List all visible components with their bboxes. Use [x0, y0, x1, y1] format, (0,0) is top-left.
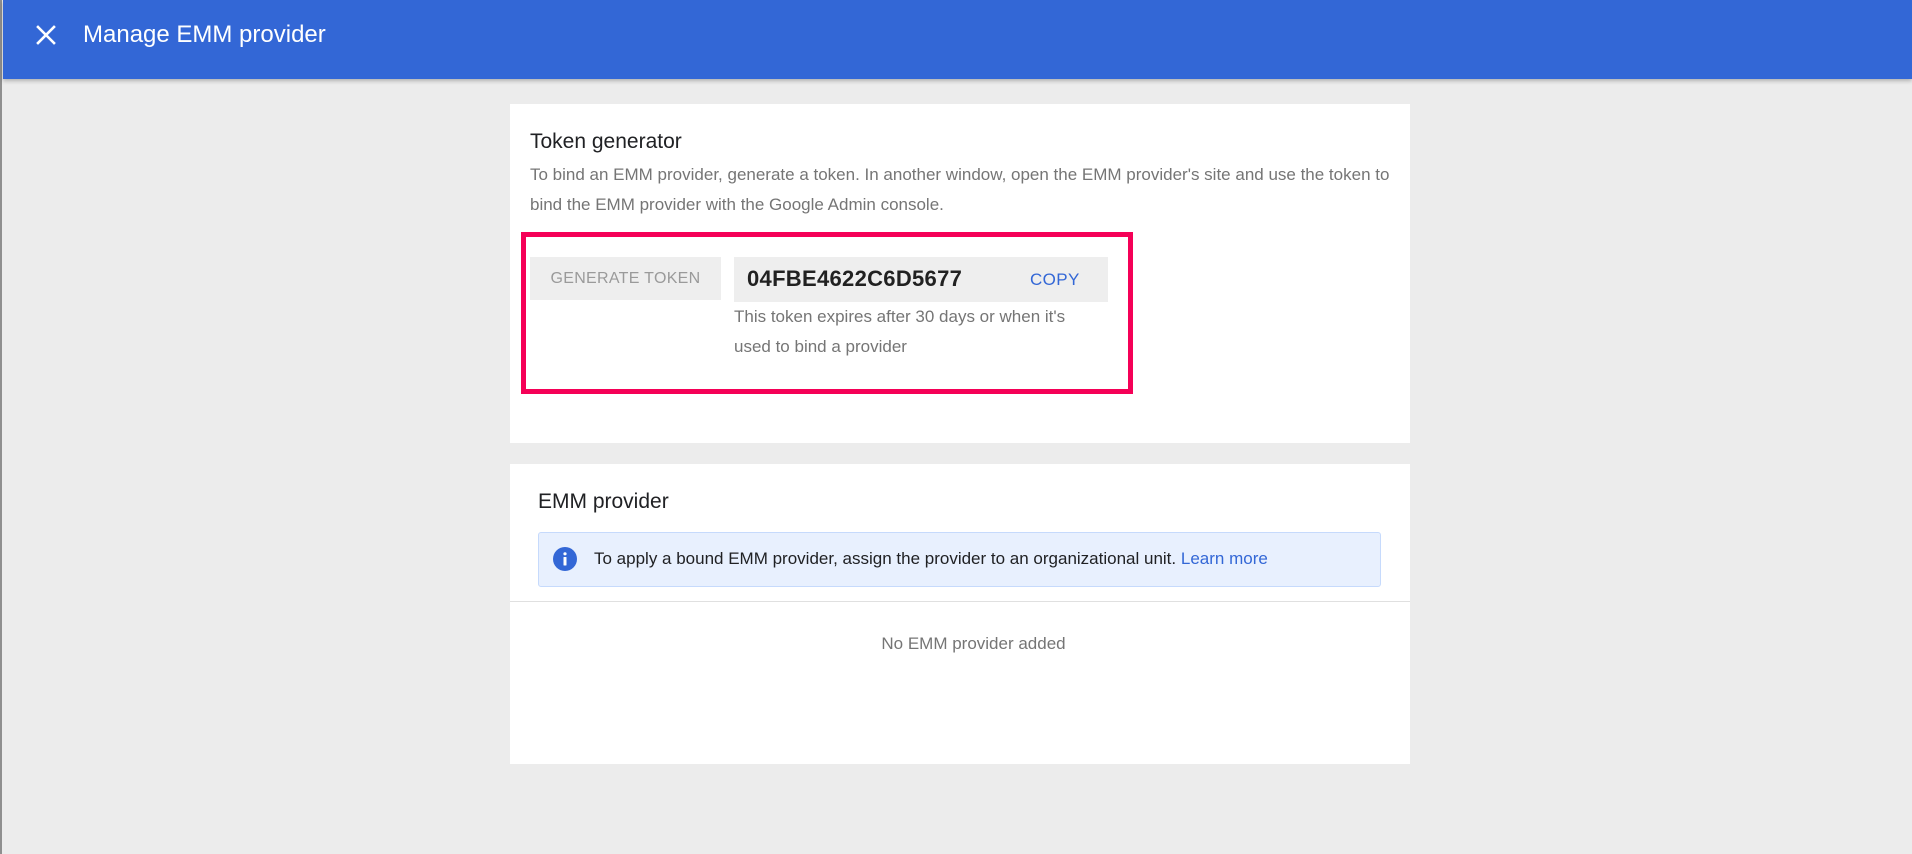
token-field: 04FBE4622C6D5677 COPY	[734, 257, 1108, 302]
copy-button[interactable]: COPY	[1030, 268, 1080, 292]
generate-token-button[interactable]: GENERATE TOKEN	[530, 257, 721, 300]
close-icon	[36, 25, 56, 45]
emm-provider-title: EMM provider	[538, 490, 669, 513]
token-generator-title: Token generator	[530, 130, 682, 153]
app-header: Manage EMM provider	[3, 0, 1912, 79]
info-icon	[553, 547, 577, 571]
empty-state-text: No EMM provider added	[881, 634, 1066, 653]
token-generator-card: Token generator To bind an EMM provider,…	[510, 104, 1410, 443]
emm-provider-card: EMM provider To apply a bound EMM provid…	[510, 464, 1410, 764]
learn-more-link[interactable]: Learn more	[1181, 549, 1268, 568]
window-left-edge	[0, 0, 2, 854]
token-generator-description: To bind an EMM provider, generate a toke…	[530, 165, 1390, 214]
info-banner: To apply a bound EMM provider, assign th…	[538, 532, 1381, 587]
info-banner-text: To apply a bound EMM provider, assign th…	[594, 549, 1177, 568]
divider	[510, 601, 1410, 602]
close-button[interactable]	[25, 14, 67, 56]
page-title: Manage EMM provider	[83, 21, 326, 48]
token-expiry-note: This token expires after 30 days or when…	[734, 307, 1066, 356]
token-value: 04FBE4622C6D5677	[747, 266, 963, 291]
